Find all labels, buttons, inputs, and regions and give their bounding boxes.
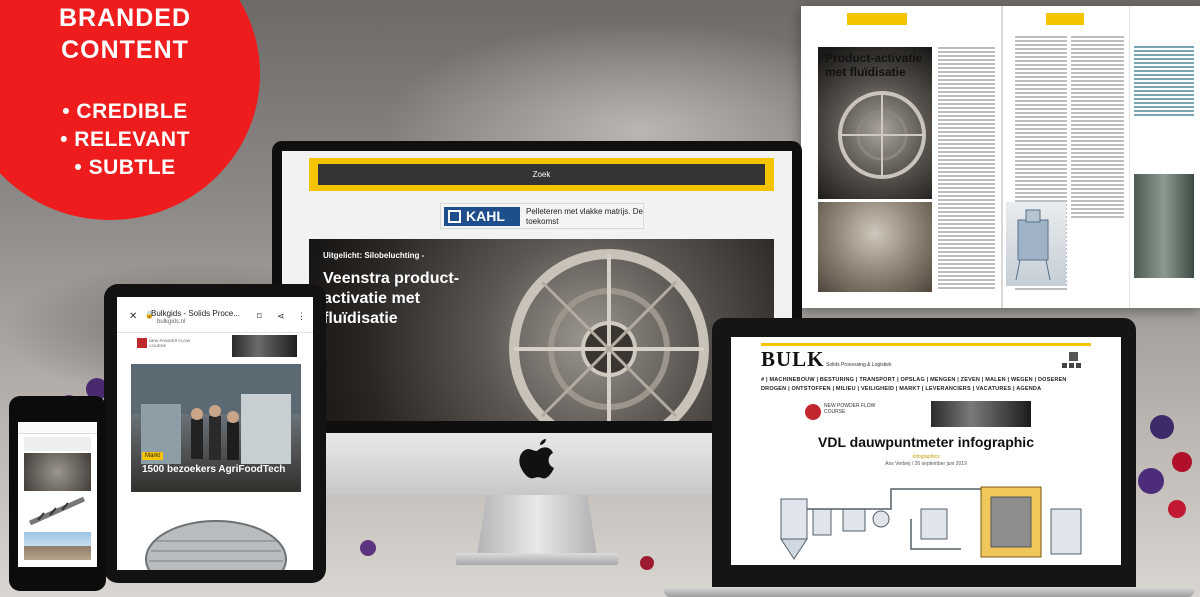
close-icon[interactable]: ✕: [129, 311, 137, 322]
banner-ad[interactable]: [24, 437, 91, 451]
header-accent-line: [761, 343, 1091, 346]
magazine-photo: [1006, 202, 1066, 286]
social-icon[interactable]: [1069, 363, 1074, 368]
decor-bead: [1138, 468, 1164, 494]
main-nav[interactable]: # | MACHINEBOUW | BESTURING | TRANSPORT …: [761, 377, 1091, 383]
ad-brand: KAHL: [466, 208, 505, 224]
magazine-spread: Product-activatie met fluïdisatie: [801, 6, 1200, 308]
process-diagram-illustration: [780, 486, 1082, 560]
ad-logo: [137, 338, 147, 348]
column-divider: [1129, 6, 1130, 308]
branded-content-badge: BRANDED CONTENT • CREDIBLE • RELEVANT • …: [0, 0, 260, 220]
magazine-title: met fluïdisatie: [825, 65, 906, 79]
tab-url: bulkgids.nl: [157, 319, 186, 325]
magazine-photo: [1134, 174, 1194, 278]
decor-bead: [360, 540, 376, 556]
banner-ad[interactable]: NEW POWDER FLOW COURSE: [791, 401, 1051, 429]
site-tagline: Solids Processing & Logistiek: [826, 362, 892, 368]
article-category: Uitgelicht: Silobeluchting -: [323, 251, 425, 260]
browser-toolbar: ✕ 🔒 Bulkgids - Solids Proce... bulkgids.…: [117, 297, 313, 333]
magazine-text-column: [938, 47, 995, 291]
page-fold: [1001, 6, 1003, 308]
search-button[interactable]: Zoek: [318, 164, 765, 185]
page-header-bar: [1046, 13, 1084, 25]
badge-bullet: • SUBTLE: [74, 156, 176, 179]
drum-machine-illustration: [145, 520, 287, 570]
ad-logo: [805, 404, 821, 420]
article-byline: Ans Verbeij / 26 september juni 2019: [885, 461, 967, 467]
magazine-text-column: [1134, 46, 1194, 118]
tab-title: Bulkgids - Solids Proce...: [151, 309, 240, 318]
product-image[interactable]: [24, 493, 91, 529]
article-category[interactable]: Infographics: [731, 454, 1121, 460]
featured-article[interactable]: [24, 453, 91, 491]
magazine-photo: [818, 202, 932, 292]
badge-heading: BRANDED: [59, 4, 191, 32]
phone-screen: [18, 422, 97, 567]
monitor-foot: [456, 553, 618, 565]
news-caption[interactable]: 1500 bezoekers AgriFoodTech: [142, 464, 285, 475]
banner-ad[interactable]: KAHL Pelleteren met vlakke matrijs. De t…: [440, 203, 644, 229]
tablet-screen: ✕ 🔒 Bulkgids - Solids Proce... bulkgids.…: [117, 297, 313, 570]
news-tag: Markt: [142, 452, 163, 460]
decor-bead: [1150, 415, 1174, 439]
badge-heading: CONTENT: [61, 36, 189, 64]
search-icon[interactable]: [1069, 352, 1078, 361]
ad-image: [232, 335, 297, 357]
badge-bullet: • RELEVANT: [60, 128, 190, 151]
decor-bead: [640, 556, 654, 570]
banner-ad[interactable]: NEW POWDER FLOW COURSE: [137, 335, 297, 357]
social-icon[interactable]: [1062, 363, 1067, 368]
magazine-text-column: [1071, 36, 1124, 220]
monitor-stand: [477, 495, 597, 555]
laptop-screen: BULK Solids Processing & Logistiek # | M…: [731, 337, 1121, 565]
ad-text: NEW POWDER FLOW COURSE: [824, 403, 876, 415]
laptop-base: [664, 587, 1194, 597]
article-headline: VDL dauwpuntmeter infographic: [818, 434, 1034, 450]
page-header-bar: [847, 13, 907, 25]
building-photo[interactable]: [24, 532, 91, 560]
ad-text: Pelleteren met vlakke matrijs. De toekom…: [526, 207, 643, 226]
kahl-logo: KAHL: [444, 207, 520, 226]
decor-bead: [1168, 500, 1186, 518]
featured-article[interactable]: Uitgelicht: Silobeluchting - Veenstra pr…: [309, 239, 774, 421]
bookmark-icon[interactable]: ⌑: [257, 311, 262, 322]
machine-photo: [509, 249, 709, 421]
product-image[interactable]: [131, 501, 301, 570]
phone-toolbar: [18, 422, 97, 434]
social-icon[interactable]: [1076, 363, 1081, 368]
main-nav[interactable]: DROGEN | ONTSTOFFEN | MILIEU | VEILIGHEI…: [761, 386, 1091, 392]
share-icon[interactable]: ⋖: [277, 311, 285, 322]
news-card[interactable]: Markt 1500 bezoekers AgriFoodTech: [131, 364, 301, 492]
article-title[interactable]: Veenstra product-activatie met fluïdisat…: [323, 269, 483, 329]
magazine-title: Product-activatie: [825, 51, 923, 65]
site-logo[interactable]: BULK: [761, 347, 825, 372]
ad-text: NEW POWDER FLOW COURSE: [149, 338, 191, 348]
badge-bullet: • CREDIBLE: [62, 100, 188, 123]
decor-bead: [1172, 452, 1192, 472]
logo-mark-icon: [448, 210, 461, 223]
more-icon[interactable]: ⋮: [297, 311, 306, 322]
ad-image: [931, 401, 1031, 427]
plant-illustration: [1015, 209, 1051, 281]
screw-conveyor-illustration: [28, 496, 86, 526]
infographic: [761, 479, 1091, 565]
